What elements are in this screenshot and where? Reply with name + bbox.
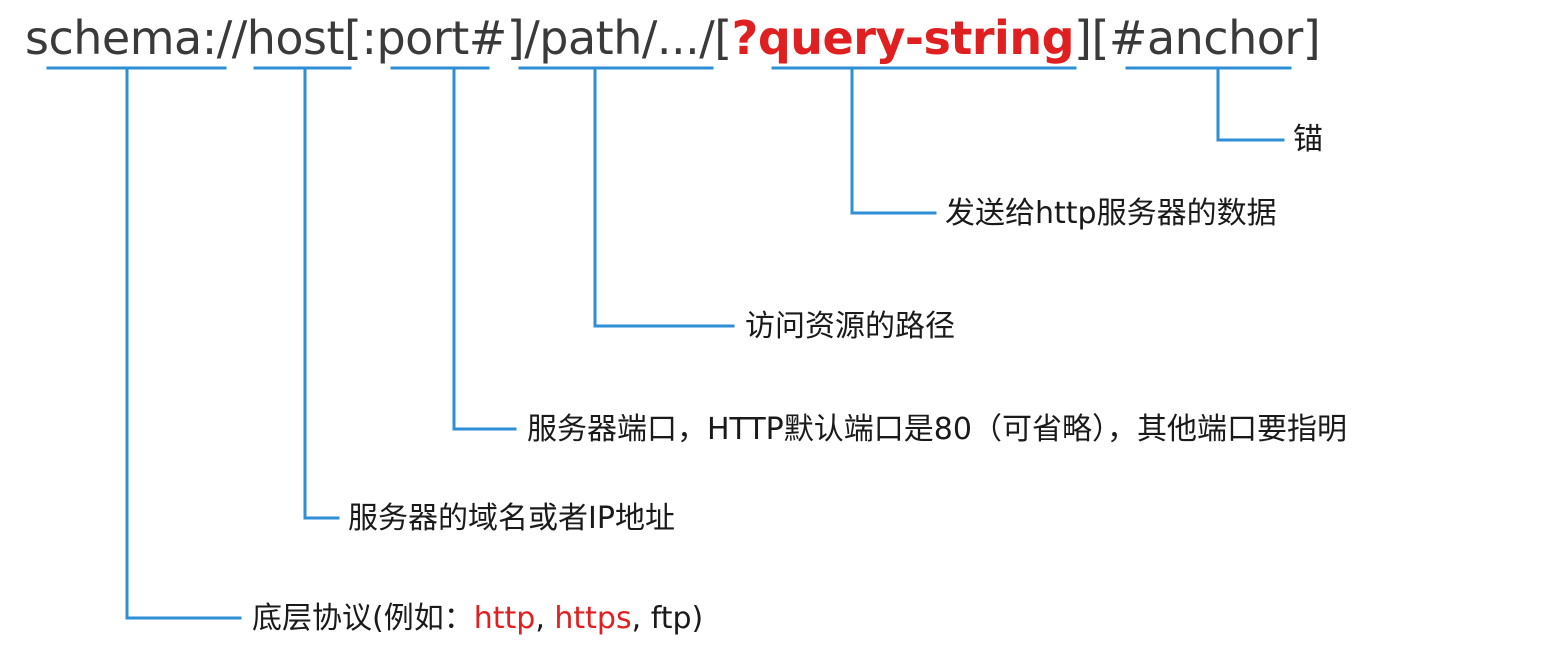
callout-scheme-example-ftp: ftp <box>650 601 692 636</box>
callout-scheme-prefix: 底层协议(例如： <box>252 601 474 636</box>
callout-scheme-suffix: ) <box>691 601 704 636</box>
callout-host: 服务器的域名或者IP地址 <box>348 501 675 536</box>
callout-query: 发送给http服务器的数据 <box>945 196 1277 231</box>
callout-scheme-example-http: http <box>473 601 536 636</box>
connector-scheme <box>125 66 242 620</box>
callout-path: 访问资源的路径 <box>745 309 955 344</box>
callout-scheme-sep2: , <box>631 601 651 636</box>
connector-query <box>850 66 937 215</box>
callout-port: 服务器端口，HTTP默认端口是80（可省略），其他端口要指明 <box>527 412 1347 447</box>
callout-scheme-example-https: https <box>554 601 632 636</box>
connector-host <box>303 66 340 520</box>
callout-anchor: 锚 <box>1293 122 1323 157</box>
connector-anchor <box>1216 66 1285 142</box>
callout-scheme: 底层协议(例如：http, https, ftp) <box>252 601 703 637</box>
connector-path <box>593 66 735 328</box>
callout-scheme-sep1: , <box>535 601 555 636</box>
connector-port <box>452 66 517 431</box>
